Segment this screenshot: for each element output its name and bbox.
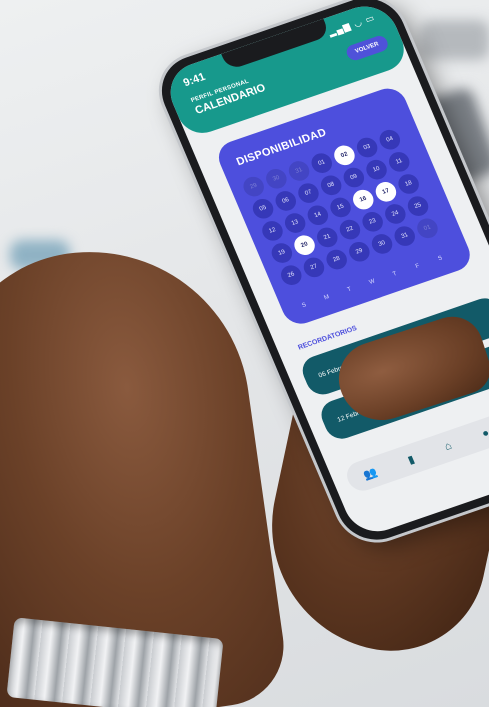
calendar-day[interactable]: 11: [385, 149, 413, 175]
calendar-day[interactable]: 29: [345, 239, 373, 265]
calendar-day[interactable]: 04: [376, 127, 404, 153]
calendar-day[interactable]: 12: [259, 218, 286, 244]
calendar-day[interactable]: 25: [404, 193, 432, 219]
calendar-day[interactable]: 06: [272, 188, 300, 214]
calendar-day[interactable]: 13: [281, 210, 309, 236]
calendar-day[interactable]: 28: [323, 247, 351, 273]
calendar-day[interactable]: 15: [327, 194, 354, 220]
calendar-day[interactable]: 18: [395, 171, 423, 197]
weekday-label: T: [346, 286, 353, 294]
calendar-day[interactable]: 20: [291, 232, 318, 258]
back-button[interactable]: VOLVER: [343, 33, 391, 63]
calendar-day[interactable]: 29: [240, 174, 268, 200]
calendar-day[interactable]: 01: [414, 215, 441, 241]
calendar-day[interactable]: 16: [349, 187, 377, 213]
calendar-day[interactable]: 24: [381, 201, 409, 227]
weekday-label: T: [392, 271, 398, 278]
weekday-label: F: [414, 263, 421, 270]
status-indicators: ▂▄▆ ◡ ▭: [326, 12, 377, 38]
calendar-day[interactable]: 03: [353, 135, 381, 161]
calendar-day[interactable]: 26: [277, 262, 305, 288]
status-time: 9:41: [181, 70, 208, 90]
calendar-day[interactable]: 01: [308, 150, 336, 176]
calendar-day[interactable]: 10: [363, 157, 390, 183]
calendar-day[interactable]: 02: [331, 142, 358, 168]
calendar-day[interactable]: 22: [336, 217, 364, 243]
calendar-day[interactable]: 17: [372, 179, 400, 205]
calendar-day[interactable]: 21: [313, 224, 341, 250]
weekday-label: S: [301, 302, 308, 310]
weekday-label: W: [368, 278, 377, 286]
weekday-label: S: [437, 255, 444, 263]
calendar-day[interactable]: 05: [249, 196, 277, 222]
calendar-day[interactable]: 30: [368, 231, 396, 257]
chat-icon[interactable]: ●: [480, 427, 489, 440]
calendar-day[interactable]: 31: [391, 223, 419, 249]
calendar-day[interactable]: 27: [300, 254, 328, 280]
calendar-day[interactable]: 23: [359, 209, 387, 235]
calendar-day[interactable]: 09: [340, 165, 368, 190]
book-icon[interactable]: ▮: [406, 452, 416, 466]
calendar-day[interactable]: 08: [317, 172, 345, 198]
weekday-label: M: [323, 294, 331, 302]
availability-card: DISPONIBILIDAD 29 30 31 01 02 03 04 05 06 07 08 09 1…: [213, 83, 476, 329]
calendar-day[interactable]: 30: [262, 166, 290, 192]
home-icon[interactable]: ⌂: [443, 440, 454, 453]
calendar-day[interactable]: 19: [268, 240, 296, 266]
calendar-day[interactable]: 31: [285, 158, 313, 184]
calendar-day[interactable]: 14: [304, 202, 332, 228]
calendar-day[interactable]: 07: [295, 180, 322, 206]
photo-scene: 9:41 ▂▄▆ ◡ ▭ PERFIL PERSONAL CALENDARIO …: [0, 0, 489, 707]
people-icon[interactable]: 👥: [361, 465, 380, 482]
